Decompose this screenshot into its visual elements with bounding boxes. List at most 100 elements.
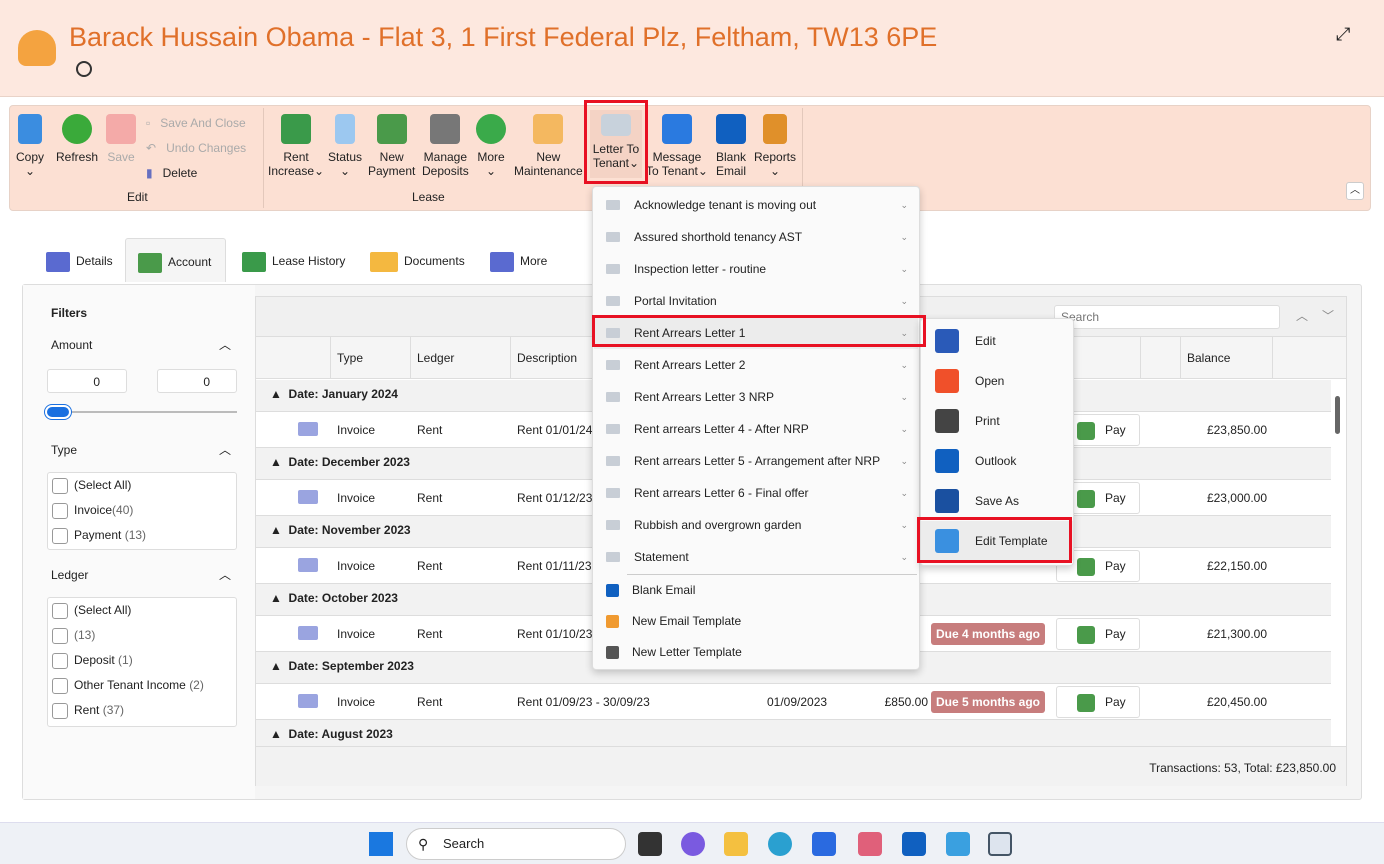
invoice-icon [298, 422, 318, 436]
table-row[interactable]: Invoice Rent Rent 01/09/23 - 30/09/23 01/09… [256, 684, 1331, 720]
new-maintenance-button[interactable]: New Maintenance [514, 114, 583, 178]
task-view-icon[interactable] [638, 832, 662, 856]
reports-button[interactable]: Reports ⌄ [754, 114, 796, 178]
collapse-type-icon[interactable]: ︿ [219, 441, 231, 458]
letter-menu-extra-item[interactable]: New Letter Template [594, 637, 918, 668]
letter-menu-item[interactable]: Rent arrears Letter 5 - Arrangement afte… [594, 445, 918, 477]
save-as-icon [935, 489, 959, 513]
letter-menu-item[interactable]: Rubbish and overgrown garden ⌄ [594, 509, 918, 541]
letter-menu-item[interactable]: Acknowledge tenant is moving out ⌄ [594, 189, 918, 221]
more-button[interactable]: More ⌄ [476, 114, 506, 178]
amount-slider[interactable] [47, 411, 237, 413]
collapse-ribbon-button[interactable]: ︿ [1346, 182, 1364, 200]
submenu-item-save-as[interactable]: Save As [921, 481, 1073, 521]
submenu-item-print[interactable]: Print [921, 401, 1073, 441]
column-blank[interactable] [1140, 337, 1180, 379]
cell-ledger: Rent [417, 627, 443, 641]
pay-button[interactable]: Pay [1056, 618, 1140, 650]
undo-changes-button[interactable]: ↶ Undo Changes [146, 141, 246, 155]
tab-details[interactable]: Details [46, 238, 113, 282]
edge-icon[interactable] [768, 832, 792, 856]
grid-scrollbar[interactable] [1333, 380, 1345, 744]
column-balance[interactable]: Balance [1180, 337, 1272, 379]
letter-menu-item[interactable]: Portal Invitation ⌄ [594, 285, 918, 317]
outlook-taskbar-icon[interactable] [902, 832, 926, 856]
cell-balance: £20,450.00 [1206, 695, 1267, 709]
slider-handle[interactable] [45, 405, 71, 419]
ledger-filter-item[interactable]: Other Tenant Income (2) [48, 673, 236, 698]
message-to-tenant-button[interactable]: Message To Tenant⌄ [646, 114, 708, 178]
column-type[interactable]: Type [330, 337, 410, 379]
paint-icon[interactable] [946, 832, 970, 856]
letter-menu-extra-item[interactable]: New Email Template [594, 606, 918, 637]
app-icon[interactable] [988, 832, 1012, 856]
delete-button[interactable]: ▮ Delete [146, 166, 197, 180]
chat-app-icon[interactable] [681, 832, 705, 856]
collapse-amount-icon[interactable]: ︿ [219, 336, 231, 353]
pdf-icon [935, 369, 959, 393]
tab-documents[interactable]: Documents [370, 238, 465, 282]
type-filter-item[interactable]: (Select All) [48, 473, 236, 498]
save-and-close-button[interactable]: ▫ Save And Close [146, 116, 246, 130]
cell-balance: £21,300.00 [1206, 627, 1267, 641]
status-button[interactable]: Status ⌄ [328, 114, 362, 178]
ledger-filter-item[interactable]: (Select All) [48, 598, 236, 623]
amount-min-input[interactable]: 0 [47, 369, 127, 393]
letter-menu-item[interactable]: Rent arrears Letter 4 - After NRP ⌄ [594, 413, 918, 445]
ledger-filter-list: (Select All) (13) Deposit (1) Other Tena… [47, 597, 237, 727]
next-icon[interactable]: ﹀ [1322, 307, 1334, 324]
cell-ledger: Rent [417, 695, 443, 709]
manage-deposits-button[interactable]: Manage Deposits [422, 114, 469, 178]
cell-ledger: Rent [417, 491, 443, 505]
store-icon[interactable] [812, 832, 836, 856]
letter-menu-item[interactable]: Rent arrears Letter 6 - Final offer ⌄ [594, 477, 918, 509]
history-icon[interactable] [76, 61, 92, 77]
refresh-button[interactable]: Refresh [56, 114, 98, 164]
highlight-edit-template [917, 517, 1072, 563]
copy-button[interactable]: Copy ⌄ [16, 114, 44, 178]
word-icon [935, 329, 959, 353]
start-icon[interactable] [369, 832, 393, 856]
collapse-ledger-icon[interactable]: ︿ [219, 566, 231, 583]
submenu-item-outlook[interactable]: Outlook [921, 441, 1073, 481]
letter-menu-item[interactable]: Rent Arrears Letter 3 NRP ⌄ [594, 381, 918, 413]
type-filter-item[interactable]: Invoice(40) [48, 498, 236, 523]
grid-footer: Transactions: 53, Total: £23,850.00 [256, 746, 1346, 786]
taskbar-search[interactable]: Search [406, 828, 626, 860]
save-button[interactable]: Save [106, 114, 136, 164]
chat-icon [661, 114, 692, 144]
tab-account[interactable]: Account [125, 238, 226, 282]
ledger-filter-item[interactable]: Rent (37) [48, 698, 236, 723]
ledger-filter-item[interactable]: Deposit (1) [48, 648, 236, 673]
invoice-icon [298, 694, 318, 708]
highlight-letter-button [584, 100, 648, 184]
blank-email-button[interactable]: Blank Email [716, 114, 746, 178]
ledger-filter-item[interactable]: (13) [48, 623, 236, 648]
expand-icon[interactable]: ⤢ [1336, 24, 1350, 45]
new-payment-button[interactable]: New Payment [368, 114, 415, 178]
letter-menu-item[interactable]: Assured shorthold tenancy AST ⌄ [594, 221, 918, 253]
cell-description: Rent 01/01/24 [517, 423, 593, 437]
letter-menu-item[interactable]: Rent Arrears Letter 2 ⌄ [594, 349, 918, 381]
letter-menu-item[interactable]: Inspection letter - routine ⌄ [594, 253, 918, 285]
pay-button[interactable]: Pay [1056, 686, 1140, 718]
tab-lease-history[interactable]: Lease History [242, 238, 345, 282]
property-icon [18, 30, 56, 66]
amount-max-input[interactable]: 0 [157, 369, 237, 393]
rent-increase-button[interactable]: Rent Increase⌄ [268, 114, 324, 178]
file-explorer-icon[interactable] [724, 832, 748, 856]
chevron-down-icon: ⌄ [900, 200, 908, 210]
letter-menu-item[interactable]: Statement ⌄ [594, 541, 918, 573]
previous-icon[interactable]: ︿ [1296, 307, 1308, 324]
snipping-tool-icon[interactable] [858, 832, 882, 856]
letter-menu-extra-item[interactable]: Blank Email [594, 575, 918, 606]
invoice-icon [298, 626, 318, 640]
submenu-item-open[interactable]: Open [921, 361, 1073, 401]
tab-more[interactable]: More [490, 238, 547, 282]
column-ledger[interactable]: Ledger [410, 337, 510, 379]
grid-search-input[interactable] [1054, 305, 1280, 329]
type-filter-item[interactable]: Payment (13) [48, 523, 236, 548]
submenu-item-edit[interactable]: Edit [921, 321, 1073, 361]
cell-balance: £22,150.00 [1206, 559, 1267, 573]
cell-date: 01/09/2023 [767, 695, 828, 709]
